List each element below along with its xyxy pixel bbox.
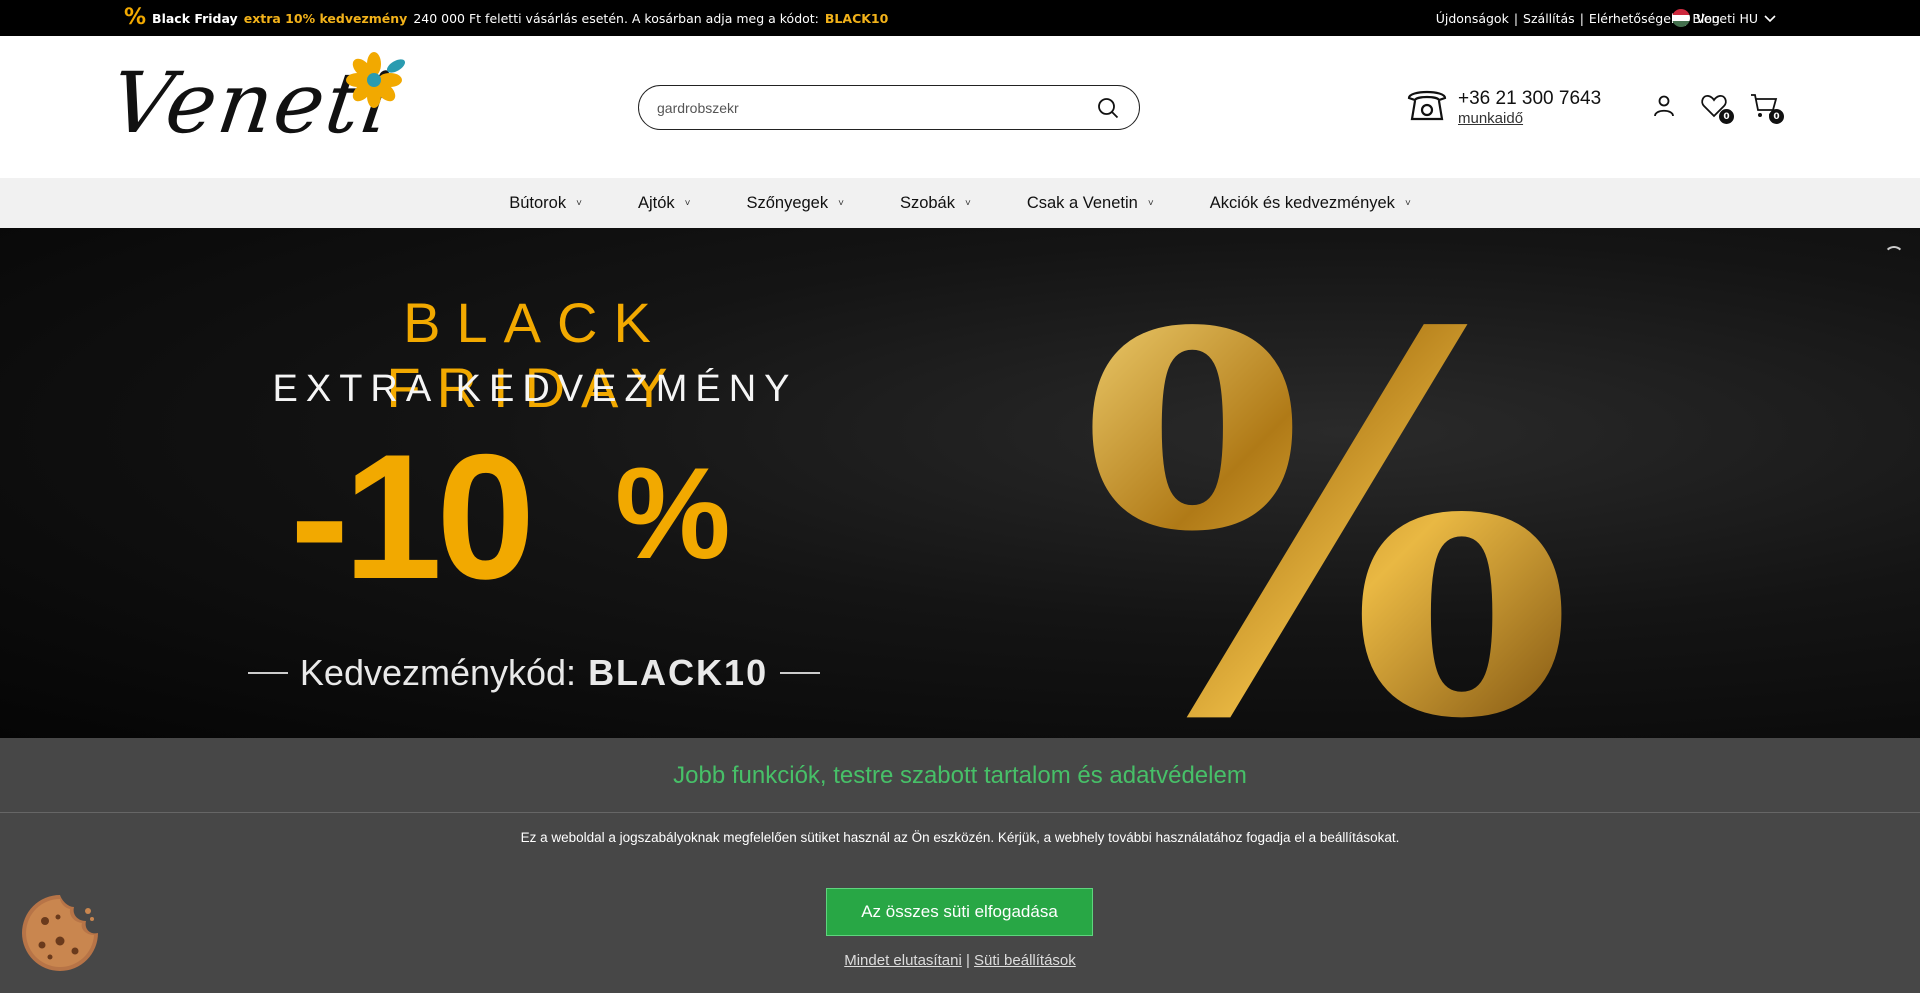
wishlist-icon[interactable]: 0 bbox=[1700, 92, 1734, 124]
flower-logo-icon bbox=[346, 52, 406, 108]
consent-links: Mindet elutasítani | Süti beállítások bbox=[0, 952, 1920, 969]
link-szallitas[interactable]: Szállítás bbox=[1523, 11, 1575, 26]
chevron-down-icon: ˅ bbox=[576, 197, 582, 209]
loading-spinner-icon bbox=[1884, 246, 1904, 266]
chevron-down-icon: ˅ bbox=[1147, 197, 1154, 209]
banner-code: Kedvezménykód: BLACK10 bbox=[236, 652, 832, 694]
cart-count-badge: 0 bbox=[1769, 109, 1784, 124]
main-nav: Bútorok ˅ Ajtók ˅ Szőnyegek ˅ Szobák ˅ Csak … bbox=[0, 178, 1920, 228]
search-input[interactable] bbox=[657, 99, 1095, 116]
percent-icon: % bbox=[124, 5, 147, 30]
nav-item-butorok[interactable]: Bútorok ˅ bbox=[481, 194, 610, 213]
cookie-consent-panel: Jobb funkciók, testre szabott tartalom é… bbox=[0, 738, 1920, 993]
country-selector[interactable]: Veneti HU bbox=[1672, 0, 1776, 36]
cookie-settings-link[interactable]: Süti beállítások bbox=[974, 952, 1076, 969]
promo-highlight: extra 10% kedvezmény bbox=[243, 10, 408, 26]
search-icon[interactable] bbox=[1095, 95, 1121, 121]
top-promo-bar: % Black Friday extra 10% kedvezmény 240 … bbox=[0, 0, 1920, 36]
veneti-logo[interactable]: Veneti bbox=[105, 48, 412, 166]
consent-title: Jobb funkciók, testre szabott tartalom é… bbox=[673, 762, 1247, 789]
divider bbox=[0, 812, 1920, 813]
country-label: Veneti HU bbox=[1696, 10, 1758, 26]
cart-icon[interactable]: 0 bbox=[1750, 92, 1784, 124]
nav-item-csak-a-venetin[interactable]: Csak a Venetin ˅ bbox=[999, 194, 1182, 213]
promo-text: 240 000 Ft feletti vásárlás esetén. A ko… bbox=[413, 10, 819, 26]
contact-phone: +36 21 300 7643 munkaidő bbox=[1406, 86, 1601, 128]
banner-subtitle: EXTRA KEDVEZMÉNY bbox=[272, 368, 798, 410]
accept-all-cookies-button[interactable]: Az összes süti elfogadása bbox=[826, 888, 1093, 936]
promo-code: BLACK10 bbox=[824, 10, 889, 26]
phone-number[interactable]: +36 21 300 7643 bbox=[1458, 88, 1601, 109]
banner-discount-percent: % bbox=[615, 440, 731, 586]
promo-message: % Black Friday extra 10% kedvezmény 240 … bbox=[124, 0, 888, 36]
hungary-flag-icon bbox=[1672, 9, 1691, 27]
promo-bold: Black Friday bbox=[152, 10, 238, 26]
divider bbox=[780, 672, 821, 674]
gold-percent-graphic: % bbox=[1080, 268, 1574, 739]
code-value: BLACK10 bbox=[588, 652, 769, 693]
site-header: Veneti +36 21 300 7643 munkai bbox=[0, 36, 1920, 178]
code-label: Kedvezménykód: bbox=[299, 652, 577, 693]
chevron-down-icon: ˅ bbox=[684, 197, 691, 209]
nav-item-szobak[interactable]: Szobák ˅ bbox=[872, 194, 999, 213]
telephone-icon bbox=[1406, 86, 1448, 128]
divider bbox=[247, 672, 288, 674]
links-separator: | bbox=[965, 952, 970, 969]
chevron-down-icon: ˅ bbox=[838, 197, 844, 209]
consent-text: Ez a weboldal a jogszabályoknak megfelel… bbox=[520, 830, 1400, 845]
header-actions: 0 0 bbox=[1650, 92, 1784, 124]
account-icon[interactable] bbox=[1650, 92, 1678, 120]
banner-discount: -10 bbox=[290, 417, 535, 616]
chevron-down-icon bbox=[1764, 11, 1776, 26]
work-hours-link[interactable]: munkaidő bbox=[1458, 110, 1601, 127]
nav-item-szonyegek[interactable]: Szőnyegek ˅ bbox=[718, 194, 871, 213]
wishlist-count-badge: 0 bbox=[1719, 109, 1734, 124]
chevron-down-icon: ˅ bbox=[1404, 197, 1411, 209]
nav-item-akciok[interactable]: Akciók és kedvezmények ˅ bbox=[1182, 194, 1439, 213]
link-ujdonsagok[interactable]: Újdonságok bbox=[1436, 11, 1509, 26]
search-bar[interactable] bbox=[638, 85, 1140, 130]
reject-all-link[interactable]: Mindet elutasítani bbox=[844, 952, 962, 969]
link-elerhetosegek[interactable]: Elérhetőségek bbox=[1589, 11, 1678, 26]
cookie-icon[interactable] bbox=[20, 893, 100, 973]
nav-item-ajtok[interactable]: Ajtók ˅ bbox=[610, 194, 719, 213]
hero-banner[interactable]: BLACK FRIDAY EXTRA KEDVEZMÉNY -10 % Kedv… bbox=[0, 228, 1920, 738]
chevron-down-icon: ˅ bbox=[965, 197, 971, 209]
